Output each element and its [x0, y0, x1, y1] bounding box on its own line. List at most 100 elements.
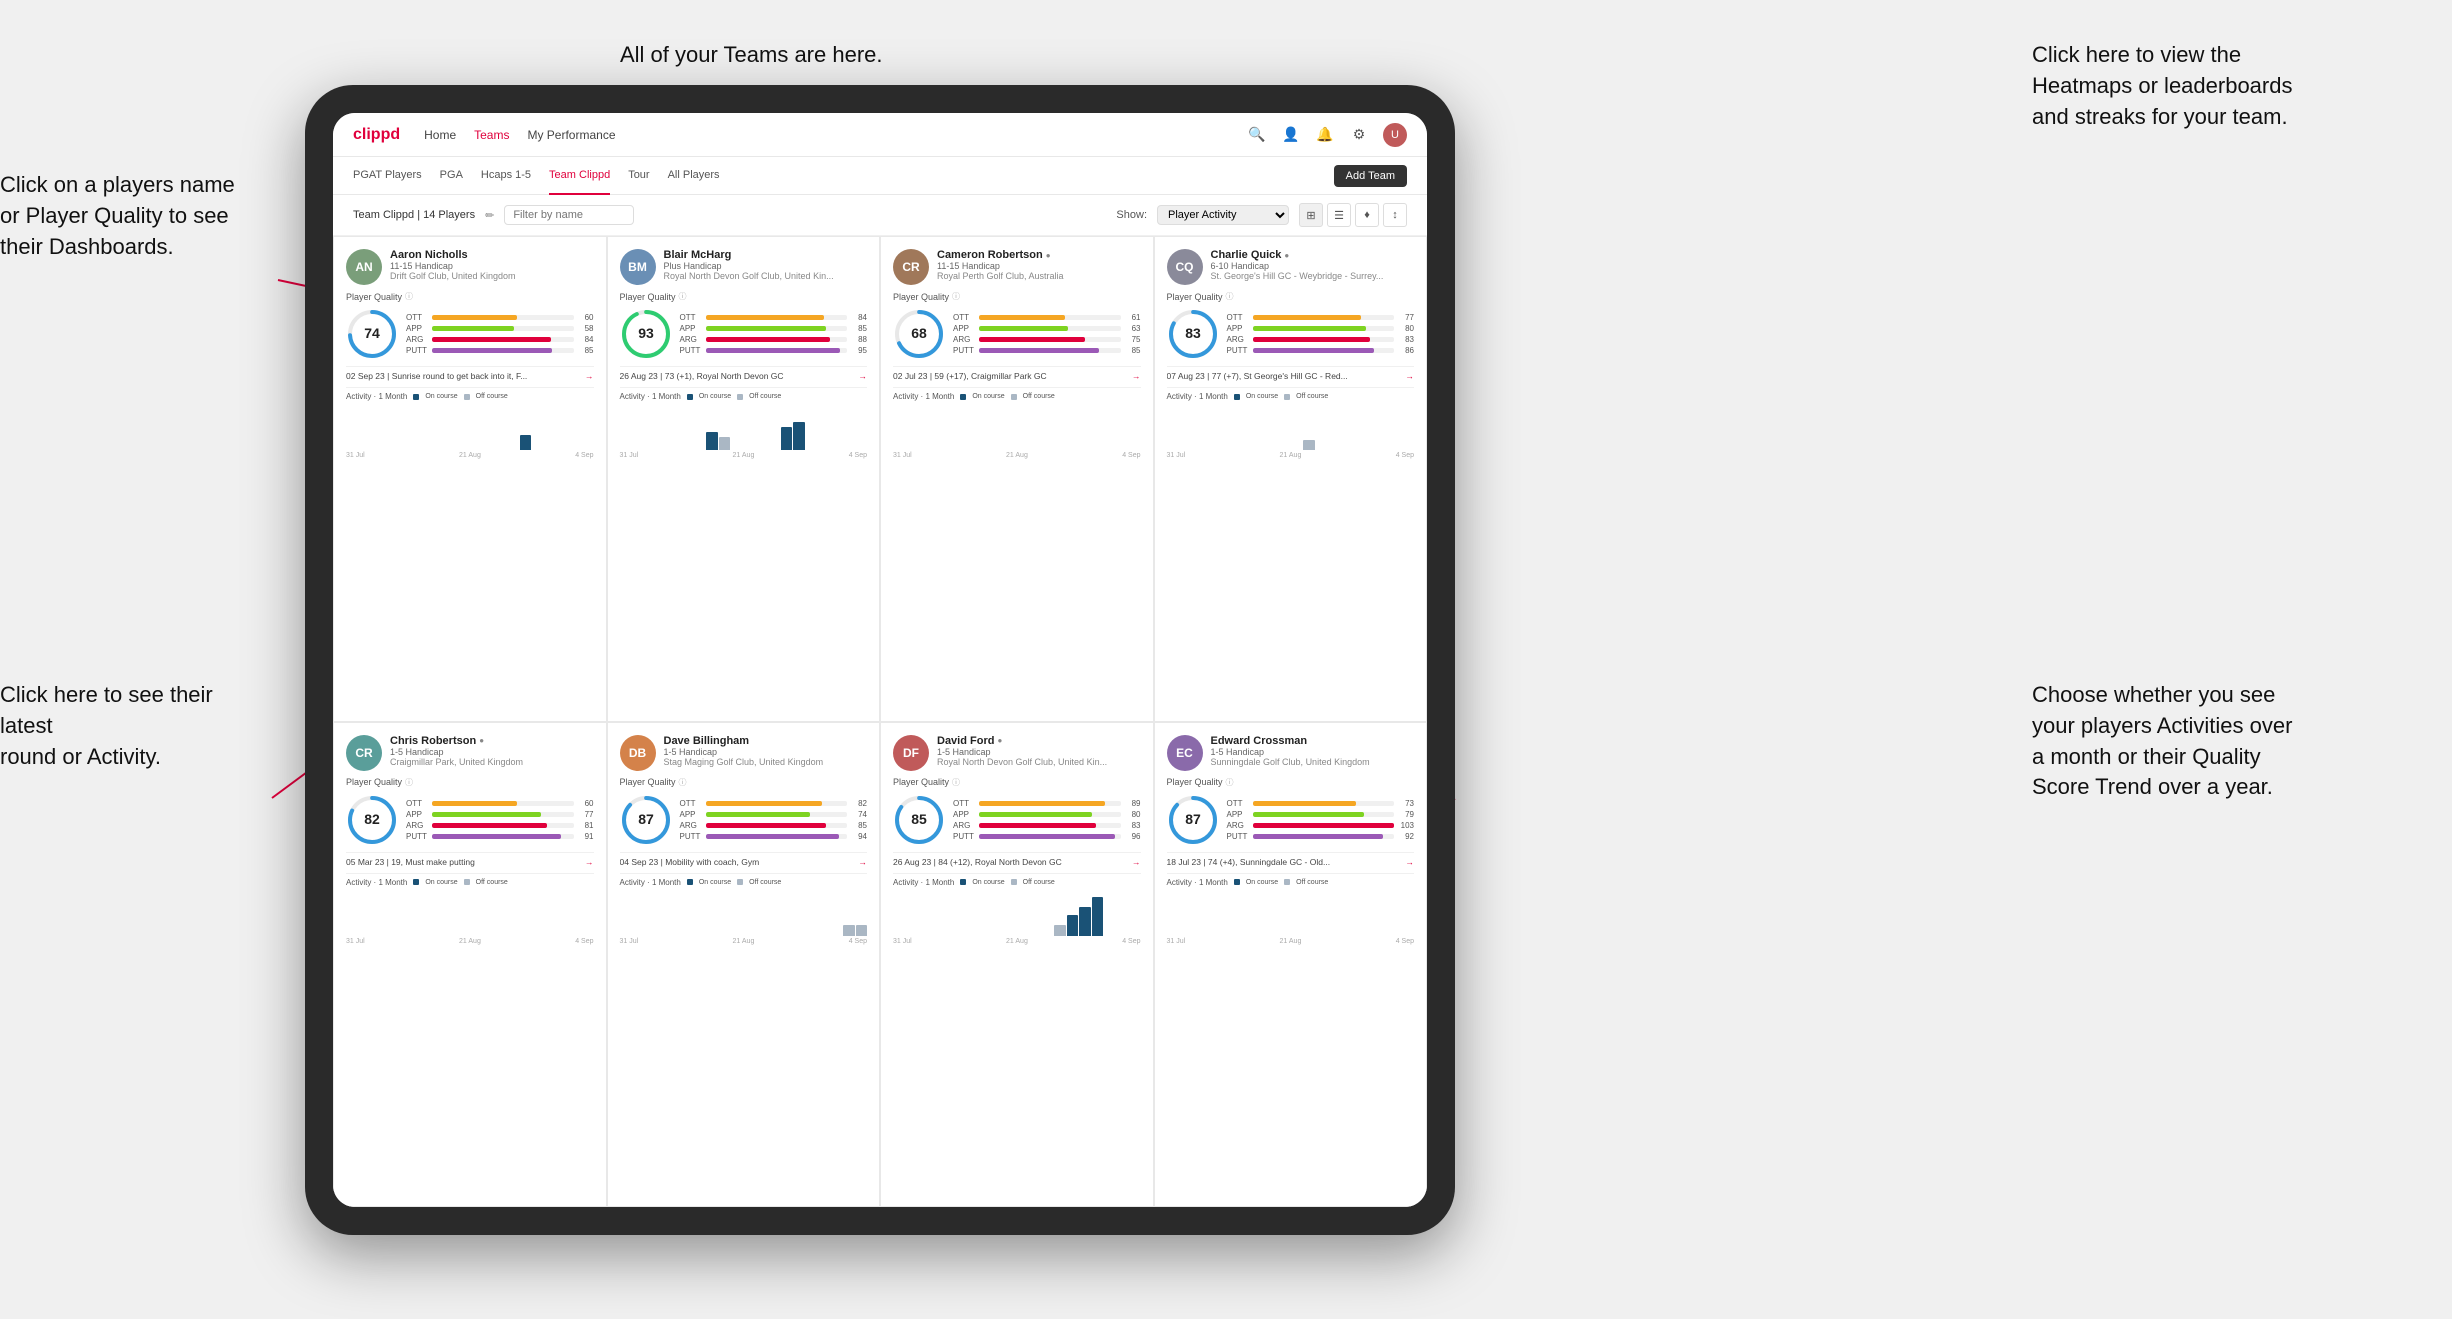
player-card: AN Aaron Nicholls 11-15 Handicap Drift G… — [333, 236, 607, 722]
show-select[interactable]: Player Activity Quality Score Trend — [1157, 205, 1289, 225]
add-team-button[interactable]: Add Team — [1334, 165, 1407, 187]
latest-round[interactable]: 02 Jul 23 | 59 (+17), Craigmillar Park G… — [893, 366, 1141, 381]
nav-logo: clippd — [353, 126, 400, 144]
on-course-label: On course — [425, 879, 457, 886]
bar-value: 88 — [851, 335, 867, 344]
grid-view-button[interactable]: ⊞ — [1299, 203, 1323, 227]
player-header: DF David Ford ● 1-5 Handicap Royal North… — [893, 735, 1141, 771]
bar-fill — [1253, 348, 1375, 353]
quality-circle: 83 — [1167, 308, 1219, 360]
tab-hcaps[interactable]: Hcaps 1-5 — [481, 157, 531, 195]
quality-section[interactable]: 68 OTT 61 APP — [893, 308, 1141, 360]
avatar-nav[interactable]: U — [1383, 123, 1407, 147]
off-course-label: Off course — [749, 393, 781, 400]
bar-fill — [979, 337, 1085, 342]
latest-round[interactable]: 05 Mar 23 | 19, Must make putting → — [346, 852, 594, 867]
player-name[interactable]: Chris Robertson ● — [390, 735, 594, 747]
player-info: Dave Billingham 1-5 Handicap Stag Maging… — [664, 735, 868, 767]
quality-label: Player Quality ⓘ — [620, 777, 868, 788]
bar-track — [432, 801, 574, 806]
nav-teams[interactable]: Teams — [474, 128, 509, 142]
bar-fill — [706, 348, 840, 353]
latest-round-text: 18 Jul 23 | 74 (+4), Sunningdale GC - Ol… — [1167, 857, 1406, 867]
bar-value: 92 — [1398, 832, 1414, 841]
player-name[interactable]: Edward Crossman — [1211, 735, 1415, 747]
bar-row: OTT 77 — [1227, 313, 1415, 322]
player-name[interactable]: Aaron Nicholls — [390, 249, 594, 261]
bar-fill — [979, 348, 1099, 353]
quality-bars: OTT 77 APP 80 — [1227, 313, 1415, 355]
bar-row: PUTT 95 — [680, 346, 868, 355]
quality-section[interactable]: 85 OTT 89 APP — [893, 794, 1141, 846]
bar-track — [1253, 823, 1395, 828]
bar-track — [1253, 348, 1395, 353]
player-name[interactable]: Cameron Robertson ● — [937, 249, 1141, 261]
bar-value: 85 — [578, 346, 594, 355]
bar-label: APP — [680, 324, 702, 333]
tab-tour[interactable]: Tour — [628, 157, 649, 195]
activity-header: Activity · 1 Month On course Off course — [1167, 878, 1415, 887]
bar-track — [432, 834, 574, 839]
bar-fill — [706, 823, 826, 828]
tab-pga[interactable]: PGA — [440, 157, 463, 195]
latest-round[interactable]: 18 Jul 23 | 74 (+4), Sunningdale GC - Ol… — [1167, 852, 1415, 867]
nav-home[interactable]: Home — [424, 128, 456, 142]
settings-icon[interactable]: ⚙ — [1349, 125, 1369, 145]
tab-team-clippd[interactable]: Team Clippd — [549, 157, 610, 195]
bar-label: APP — [406, 324, 428, 333]
bar-track — [432, 812, 574, 817]
player-info: Cameron Robertson ● 11-15 Handicap Royal… — [937, 249, 1141, 281]
bar-fill — [979, 823, 1096, 828]
quality-section[interactable]: 87 OTT 82 APP — [620, 794, 868, 846]
latest-round[interactable]: 04 Sep 23 | Mobility with coach, Gym → — [620, 852, 868, 867]
quality-section[interactable]: 83 OTT 77 APP — [1167, 308, 1415, 360]
sort-button[interactable]: ↕ — [1383, 203, 1407, 227]
quality-bars: OTT 73 APP 79 — [1227, 799, 1415, 841]
activity-chart — [893, 891, 1141, 936]
bar-label: OTT — [1227, 799, 1249, 808]
on-course-dot — [960, 879, 966, 885]
quality-section[interactable]: 93 OTT 84 APP — [620, 308, 868, 360]
player-name[interactable]: Blair McHarg — [664, 249, 868, 261]
quality-label: Player Quality ⓘ — [893, 777, 1141, 788]
player-name[interactable]: David Ford ● — [937, 735, 1141, 747]
latest-round[interactable]: 07 Aug 23 | 77 (+7), St George's Hill GC… — [1167, 366, 1415, 381]
bar-value: 74 — [851, 810, 867, 819]
bar-track — [706, 348, 848, 353]
search-input[interactable] — [504, 205, 634, 225]
bar-row: APP 58 — [406, 324, 594, 333]
player-club: Royal North Devon Golf Club, United Kin.… — [937, 757, 1141, 767]
latest-round[interactable]: 26 Aug 23 | 73 (+1), Royal North Devon G… — [620, 366, 868, 381]
quality-section[interactable]: 87 OTT 73 APP — [1167, 794, 1415, 846]
latest-round[interactable]: 02 Sep 23 | Sunrise round to get back in… — [346, 366, 594, 381]
annotation-left-2: Click here to see their latestround or A… — [0, 680, 270, 772]
quality-section[interactable]: 74 OTT 60 APP — [346, 308, 594, 360]
tab-pgat-players[interactable]: PGAT Players — [353, 157, 422, 195]
edit-icon[interactable]: ✏ — [485, 209, 494, 222]
view-icons: ⊞ ☰ ♦ ↕ — [1299, 203, 1407, 227]
user-icon[interactable]: 👤 — [1281, 125, 1301, 145]
nav-my-performance[interactable]: My Performance — [527, 128, 615, 142]
list-view-button[interactable]: ☰ — [1327, 203, 1351, 227]
heatmap-view-button[interactable]: ♦ — [1355, 203, 1379, 227]
activity-label: Activity · 1 Month — [893, 392, 954, 401]
latest-round[interactable]: 26 Aug 23 | 84 (+12), Royal North Devon … — [893, 852, 1141, 867]
bell-icon[interactable]: 🔔 — [1315, 125, 1335, 145]
tab-all-players[interactable]: All Players — [668, 157, 720, 195]
bar-track — [979, 315, 1121, 320]
date-mid: 21 Aug — [1006, 452, 1028, 459]
activity-section: Activity · 1 Month On course Off course … — [1167, 873, 1415, 945]
quality-section[interactable]: 82 OTT 60 APP — [346, 794, 594, 846]
search-icon[interactable]: 🔍 — [1247, 125, 1267, 145]
ipad-frame: clippd Home Teams My Performance 🔍 👤 🔔 ⚙… — [305, 85, 1455, 1235]
show-label: Show: — [1116, 209, 1147, 221]
off-course-label: Off course — [1296, 393, 1328, 400]
bar-value: 95 — [851, 346, 867, 355]
bar-value: 103 — [1398, 821, 1414, 830]
date-end: 4 Sep — [849, 452, 867, 459]
player-name[interactable]: Charlie Quick ● — [1211, 249, 1415, 261]
date-mid: 21 Aug — [459, 452, 481, 459]
off-course-dot — [464, 394, 470, 400]
player-card: CQ Charlie Quick ● 6-10 Handicap St. Geo… — [1154, 236, 1428, 722]
player-name[interactable]: Dave Billingham — [664, 735, 868, 747]
